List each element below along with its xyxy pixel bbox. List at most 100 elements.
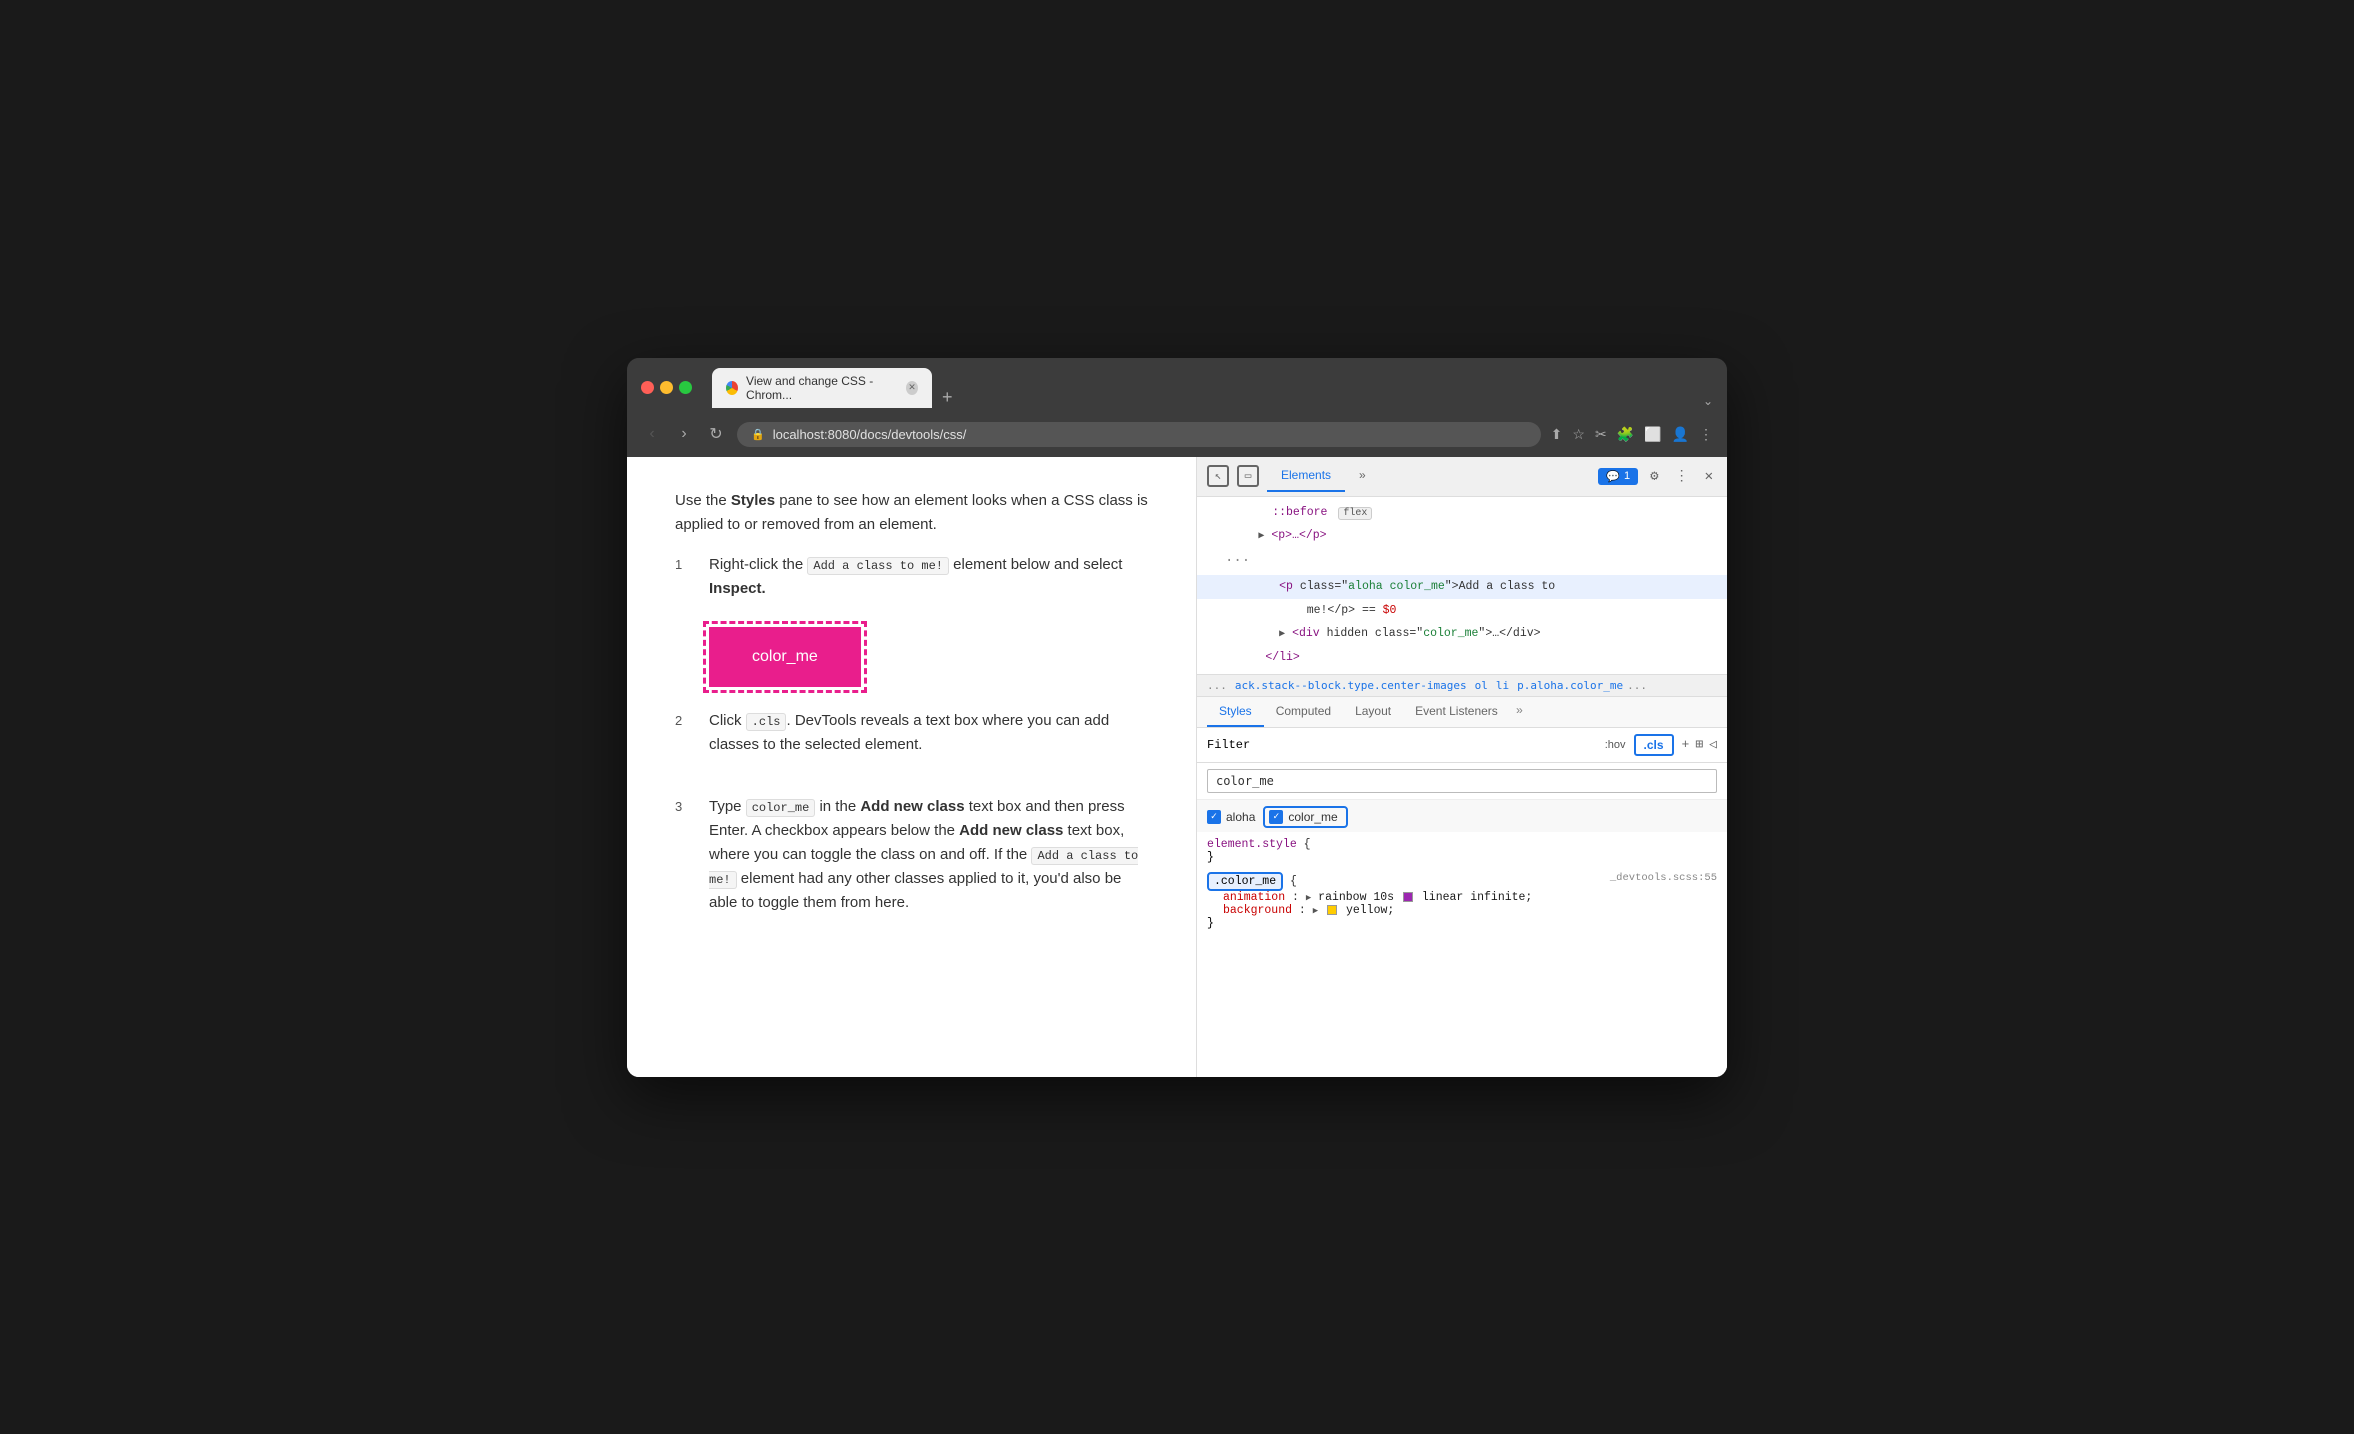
forward-button[interactable]: ›	[673, 425, 695, 443]
aloha-chip[interactable]: ✓ aloha	[1207, 806, 1255, 828]
title-bar-top: View and change CSS - Chrom... ✕ + ⌄	[641, 368, 1713, 408]
add-new-class-bold-2: Add new class	[959, 822, 1063, 839]
dom-tree-wrapper: ::before flex ▶ <p>…</p> ··· <p cl	[1197, 497, 1727, 675]
url-bar[interactable]: 🔒 localhost:8080/docs/devtools/css/	[737, 422, 1541, 447]
color-me-rule: .color_me { _devtools.scss:55 animation …	[1207, 872, 1717, 930]
new-tab-button[interactable]: +	[932, 387, 963, 408]
element-style-open: element.style {	[1207, 838, 1717, 851]
color-me-brace-open: {	[1290, 875, 1297, 888]
breadcrumb-item-3[interactable]: li	[1496, 679, 1509, 692]
elements-tab[interactable]: Elements	[1267, 460, 1345, 492]
dom-equals: ==	[1362, 604, 1383, 617]
webpage-content: Use the Styles pane to see how an elemen…	[627, 457, 1197, 1077]
device-toggle-icon[interactable]: ▭	[1237, 465, 1259, 487]
demo-button[interactable]: color_me	[709, 627, 861, 687]
message-badge[interactable]: 💬 1	[1598, 468, 1638, 485]
animation-colon: :	[1292, 891, 1306, 904]
step-number-2: 2	[675, 711, 693, 773]
cls-button[interactable]: .cls	[1634, 734, 1674, 756]
avatar-icon[interactable]: 👤	[1672, 426, 1689, 443]
styles-tab[interactable]: Styles	[1207, 697, 1264, 727]
back-button[interactable]: ‹	[641, 425, 663, 443]
dom-line-p-selected[interactable]: <p class="aloha color_me">Add a class to	[1197, 575, 1727, 599]
computed-tab[interactable]: Computed	[1264, 697, 1343, 727]
tab-expand-icon[interactable]: ⌄	[1703, 394, 1713, 408]
animation-expand[interactable]: ▶	[1306, 893, 1311, 903]
bookmark-icon[interactable]: ☆	[1572, 426, 1585, 443]
dom-dollar: $0	[1383, 604, 1397, 617]
add-class-input[interactable]	[1207, 769, 1717, 793]
class-input-area	[1197, 763, 1727, 800]
breadcrumb-item-1[interactable]: ack.stack--block.type.center-images	[1235, 679, 1467, 692]
dom-line-li-close[interactable]: </li>	[1197, 646, 1727, 670]
browser-content: Use the Styles pane to see how an elemen…	[627, 457, 1727, 1077]
background-value: yellow;	[1346, 904, 1394, 917]
dom-tree: ::before flex ▶ <p>…</p> ··· <p cl	[1197, 497, 1727, 675]
breadcrumb-item-4[interactable]: p.aloha.color_me	[1517, 679, 1623, 692]
step-3-content: Type color_me in the Add new class text …	[709, 795, 1148, 931]
color-me-rule-header: .color_me { _devtools.scss:55	[1207, 872, 1717, 891]
profile-menu-icon[interactable]: ⬜	[1644, 426, 1661, 443]
refresh-button[interactable]: ↻	[705, 424, 727, 444]
settings-icon[interactable]: ⚙	[1646, 464, 1662, 489]
breadcrumb-item-2[interactable]: ol	[1475, 679, 1488, 692]
dom-line-before[interactable]: ::before flex	[1197, 501, 1727, 525]
devtools-panel: ↖ ▭ Elements » 💬 1 ⚙ ⋮ ✕	[1197, 457, 1727, 1077]
step-2-text: Click .cls. DevTools reveals a text box …	[709, 709, 1148, 757]
color-me-close-brace: }	[1207, 917, 1214, 930]
color-me-checkbox[interactable]: ✓	[1269, 810, 1283, 824]
dom-dots: ···	[1217, 551, 1258, 571]
close-traffic-light[interactable]	[641, 381, 654, 394]
tab-close-button[interactable]: ✕	[906, 381, 918, 395]
element-style-close: }	[1207, 851, 1717, 864]
more-options-icon[interactable]: ⋮	[1671, 464, 1693, 489]
step-2-code: .cls	[746, 713, 787, 731]
background-swatch-wrapper	[1325, 904, 1339, 917]
hov-button[interactable]: :hov	[1605, 739, 1626, 751]
devtools-close-button[interactable]: ✕	[1701, 464, 1717, 489]
animation-prop: animation : ▶ rainbow 10s linear infinit…	[1207, 891, 1717, 904]
css-rules: element.style { } .color_me { _devtools.…	[1197, 832, 1727, 1077]
tab-title: View and change CSS - Chrom...	[746, 374, 898, 402]
background-expand[interactable]: ▶	[1313, 906, 1318, 916]
toggle-style-icon[interactable]: ◁	[1709, 737, 1717, 752]
url-text: localhost:8080/docs/devtools/css/	[773, 427, 967, 442]
add-style-icon[interactable]: +	[1682, 737, 1690, 752]
scissors-icon[interactable]: ✂	[1595, 426, 1607, 443]
breadcrumb-more[interactable]: ...	[1627, 679, 1647, 692]
msg-icon: 💬	[1606, 470, 1620, 483]
color-me-selector[interactable]: .color_me	[1207, 872, 1283, 891]
background-colon: :	[1299, 904, 1313, 917]
li-close-tag: </li>	[1265, 651, 1300, 664]
chrome-menu-icon[interactable]: ⋮	[1699, 426, 1713, 443]
breadcrumb: ... ack.stack--block.type.center-images …	[1197, 675, 1727, 697]
fullscreen-traffic-light[interactable]	[679, 381, 692, 394]
dom-line-div[interactable]: ▶ <div hidden class="color_me">…</div>	[1197, 622, 1727, 646]
extensions-icon[interactable]: 🧩	[1617, 426, 1634, 443]
dom-line-p-line2[interactable]: me!</p> == $0	[1197, 599, 1727, 623]
color-me-chip[interactable]: ✓ color_me	[1263, 806, 1347, 828]
step-number-1: 1	[675, 555, 693, 687]
filter-input[interactable]	[1258, 738, 1597, 752]
styles-section: Styles Computed Layout Event Listeners »…	[1197, 697, 1727, 1077]
share-icon[interactable]: ⬆	[1551, 426, 1563, 443]
aloha-checkbox[interactable]: ✓	[1207, 810, 1221, 824]
event-listeners-tab[interactable]: Event Listeners	[1403, 697, 1510, 727]
active-tab[interactable]: View and change CSS - Chrom... ✕	[712, 368, 932, 408]
msg-count: 1	[1624, 470, 1630, 482]
inspector-cursor-icon[interactable]: ↖	[1207, 465, 1229, 487]
more-tabs-button[interactable]: »	[1345, 460, 1380, 492]
layout-tab[interactable]: Layout	[1343, 697, 1403, 727]
dom-line-dots[interactable]: ···	[1197, 548, 1727, 576]
before-pseudo: ::before	[1272, 506, 1327, 519]
color-me-rule-close: }	[1207, 917, 1717, 930]
p-tag-short: <p>…</p>	[1271, 529, 1326, 542]
minimize-traffic-light[interactable]	[660, 381, 673, 394]
dom-line-p-short[interactable]: ▶ <p>…</p>	[1197, 524, 1727, 548]
css-source-file[interactable]: _devtools.scss:55	[1610, 872, 1717, 884]
copy-style-icon[interactable]: ⊞	[1695, 737, 1703, 752]
styles-tabs-more[interactable]: »	[1510, 697, 1529, 727]
breadcrumb-dots[interactable]: ...	[1207, 679, 1227, 692]
devtools-tabs: Elements »	[1267, 460, 1590, 492]
step-3-code-2: Add a class to me!	[709, 847, 1138, 889]
